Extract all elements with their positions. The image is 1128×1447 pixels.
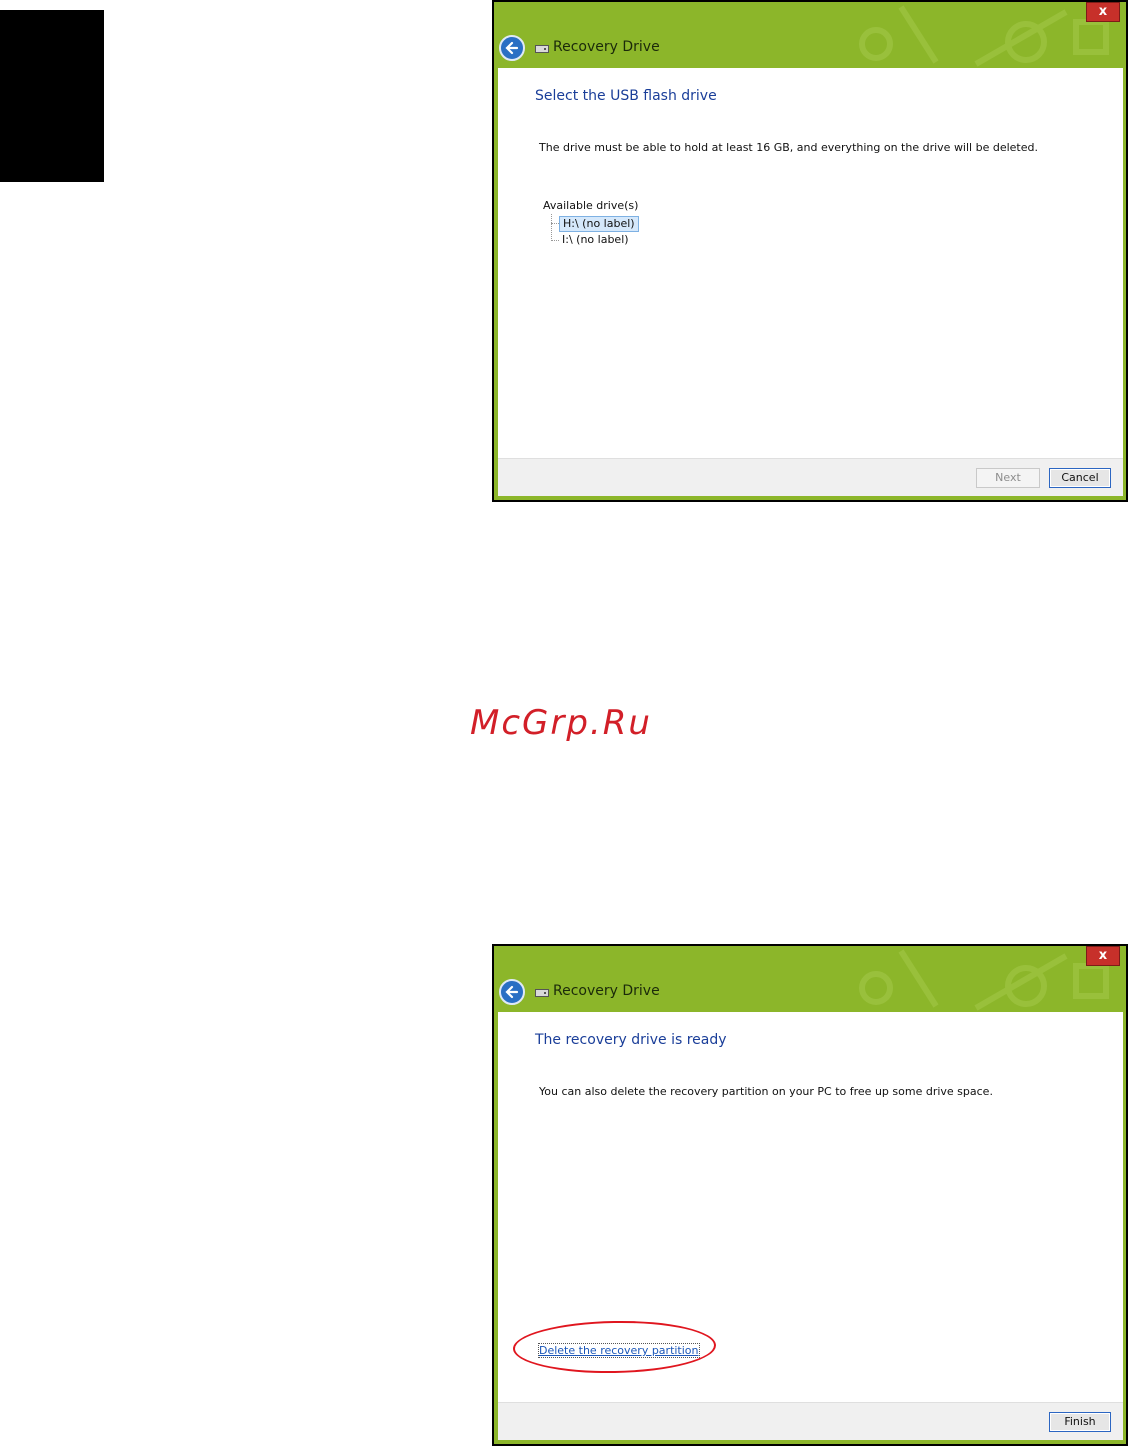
- window-title: Recovery Drive: [553, 983, 660, 999]
- back-arrow-icon: [505, 985, 519, 999]
- content-area: The recovery drive is ready You can also…: [498, 1012, 1123, 1402]
- page-heading: The recovery drive is ready: [535, 1032, 727, 1048]
- recovery-drive-window-ready: x Recovery Drive The recovery drive is r…: [492, 944, 1128, 1446]
- titlebar-decoration: [859, 949, 1109, 1011]
- drive-icon: [535, 989, 549, 997]
- tree-connector: [551, 240, 559, 241]
- cancel-button[interactable]: Cancel: [1049, 468, 1111, 488]
- watermark: McGrp.Ru: [470, 703, 652, 743]
- drive-icon: [535, 45, 549, 53]
- window-title: Recovery Drive: [553, 39, 660, 55]
- title-bar: x Recovery Drive: [494, 946, 1126, 1012]
- delete-recovery-partition-link[interactable]: Delete the recovery partition: [538, 1343, 700, 1358]
- next-button[interactable]: Next: [976, 468, 1040, 488]
- title-bar: x Recovery Drive: [494, 2, 1126, 68]
- finish-button[interactable]: Finish: [1049, 1412, 1111, 1432]
- close-icon: x: [1098, 4, 1108, 19]
- button-bar: Next Cancel: [498, 458, 1123, 496]
- titlebar-decoration: [859, 5, 1109, 67]
- back-arrow-icon: [505, 41, 519, 55]
- instruction-text: The drive must be able to hold at least …: [539, 141, 1038, 154]
- tree-connector: [551, 214, 552, 241]
- close-button[interactable]: x: [1086, 946, 1120, 966]
- tree-connector: [551, 223, 559, 224]
- drive-item-i[interactable]: I:\ (no label): [559, 233, 632, 249]
- close-button[interactable]: x: [1086, 2, 1120, 22]
- button-bar: Finish: [498, 1402, 1123, 1440]
- recovery-drive-window-select: x Recovery Drive Select the USB flash dr…: [492, 0, 1128, 502]
- page-heading: Select the USB flash drive: [535, 88, 717, 104]
- drive-item-h[interactable]: H:\ (no label): [559, 216, 639, 232]
- drive-tree-header: Available drive(s): [543, 199, 639, 212]
- content-area: Select the USB flash drive The drive mus…: [498, 68, 1123, 458]
- page-side-tab: [0, 10, 104, 182]
- back-button[interactable]: [499, 35, 525, 61]
- info-text: You can also delete the recovery partiti…: [539, 1085, 993, 1098]
- back-button[interactable]: [499, 979, 525, 1005]
- close-icon: x: [1098, 948, 1108, 963]
